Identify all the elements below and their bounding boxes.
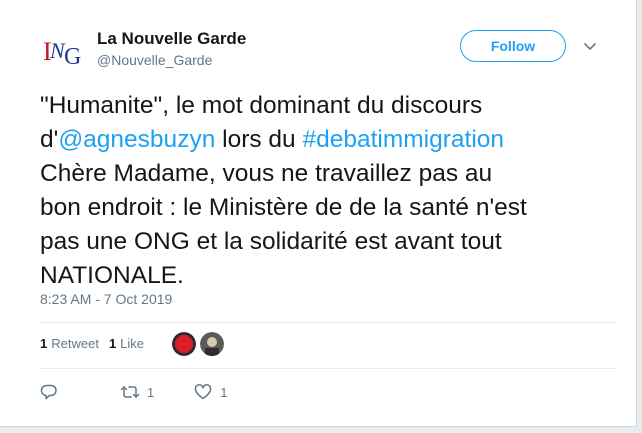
display-name[interactable]: La Nouvelle Garde <box>97 29 246 49</box>
tweet-text-segment: Chère Madame, vous ne travaillez pas au <box>40 160 493 187</box>
tweet-text-line: NATIONALE. <box>40 259 620 293</box>
tweet-stats: 1 Retweet 1 Like <box>40 336 154 351</box>
tweet-actions: 1 1 <box>40 383 227 401</box>
like-count: 1 <box>108 336 117 351</box>
tweet-card: I N G La Nouvelle Garde @Nouvelle_Garde … <box>0 0 637 427</box>
nouvelle-garde-logo: I N G <box>43 37 81 70</box>
like-label: Like <box>120 336 145 351</box>
like-button[interactable]: 1 <box>194 383 227 401</box>
reply-button[interactable] <box>40 383 58 401</box>
tweet-text-line: bon endroit : le Ministère de de la sant… <box>40 191 620 225</box>
retweet-button[interactable]: 1 <box>120 383 154 401</box>
like-action-count: 1 <box>220 384 228 400</box>
svg-text:G: G <box>64 44 81 70</box>
tweet-text-segment: d' <box>40 126 59 153</box>
reply-icon <box>40 384 57 400</box>
tweet-text: "Humanite", le mot dominant du discours d… <box>40 89 620 293</box>
tweet-text-segment: lors du <box>215 126 303 153</box>
tweet-text-segment: pas une ONG et la solidarité est avant t… <box>40 228 502 255</box>
like-stat[interactable]: 1 Like <box>109 336 144 351</box>
avatar[interactable]: I N G <box>40 28 88 76</box>
tweet-text-segment: bon endroit : le Ministère de de la sant… <box>40 194 527 221</box>
mention-link[interactable]: @agnesbuzyn <box>58 126 215 153</box>
tweet-timestamp[interactable]: 8:23 AM - 7 Oct 2019 <box>40 291 172 307</box>
chevron-down-icon[interactable] <box>582 40 598 54</box>
divider <box>40 368 616 369</box>
liker-avatar[interactable] <box>172 332 196 356</box>
hashtag-link[interactable]: #debatimmigration <box>302 126 504 153</box>
tweet-text-line: d'@agnesbuzyn lors du #debatimmigration <box>40 123 620 157</box>
retweet-count: 1 <box>40 336 48 351</box>
retweet-icon <box>120 386 140 398</box>
heart-icon <box>194 384 212 400</box>
retweet-action-count: 1 <box>147 384 155 400</box>
divider <box>40 322 616 323</box>
retweet-stat[interactable]: 1 Retweet <box>40 336 99 351</box>
retweet-label: Retweet <box>51 336 99 351</box>
liker-avatar[interactable] <box>200 332 224 356</box>
tweet-text-line: Chère Madame, vous ne travaillez pas au <box>40 157 620 191</box>
tweet-text-segment: "Humanite", le mot dominant du discours <box>40 92 483 119</box>
liker-avatar-image <box>200 332 224 356</box>
tweet-text-line: "Humanite", le mot dominant du discours <box>40 89 620 123</box>
user-handle[interactable]: @Nouvelle_Garde <box>97 52 212 68</box>
liker-avatar-image <box>172 332 196 356</box>
likers-avatars <box>172 332 228 356</box>
tweet-text-segment: NATIONALE. <box>40 262 184 289</box>
tweet-text-line: pas une ONG et la solidarité est avant t… <box>40 225 620 259</box>
follow-button[interactable]: Follow <box>460 30 566 62</box>
